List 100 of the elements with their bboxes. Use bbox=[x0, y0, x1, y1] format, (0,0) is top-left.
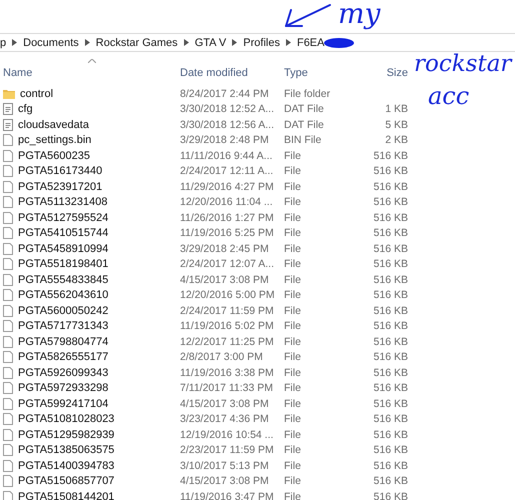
date-modified: 4/15/2017 3:08 PM bbox=[180, 475, 269, 488]
file-name[interactable]: PGTA516173440 bbox=[18, 165, 102, 178]
file-icon bbox=[3, 180, 13, 193]
file-size: 516 KB bbox=[374, 336, 408, 348]
file-icon bbox=[3, 382, 13, 394]
file-name[interactable]: PGTA5458910994 bbox=[18, 242, 108, 255]
file-size: 516 KB bbox=[374, 180, 408, 193]
file-name[interactable]: PGTA5798804774 bbox=[18, 336, 108, 348]
file-icon bbox=[3, 351, 13, 364]
file-type: File bbox=[284, 227, 301, 240]
file-type: BIN File bbox=[284, 134, 322, 146]
file-type: File bbox=[284, 351, 301, 364]
column-header[interactable]: Name bbox=[3, 67, 32, 79]
file-icon bbox=[3, 460, 13, 472]
file-size: 516 KB bbox=[374, 150, 408, 162]
file-type: File bbox=[284, 320, 301, 332]
file-icon bbox=[3, 274, 13, 286]
date-modified: 2/24/2017 12:07 A... bbox=[180, 258, 274, 270]
file-size: 516 KB bbox=[374, 413, 408, 426]
file-name[interactable]: PGTA51506857707 bbox=[18, 475, 114, 488]
chevron-icon bbox=[84, 39, 90, 46]
file-icon bbox=[3, 366, 13, 379]
file-name[interactable]: PGTA5926099343 bbox=[18, 366, 108, 379]
file-name[interactable]: PGTA5127595524 bbox=[18, 212, 108, 224]
date-modified: 3/10/2017 5:13 PM bbox=[180, 460, 269, 472]
file-name[interactable]: PGTA5554833845 bbox=[18, 274, 108, 286]
breadcrumb-item[interactable]: Documents bbox=[23, 36, 79, 48]
date-modified: 11/19/2016 3:47 PM bbox=[180, 490, 274, 500]
date-modified: 11/19/2016 5:02 PM bbox=[180, 320, 274, 332]
file-icon bbox=[3, 165, 13, 178]
chevron-icon bbox=[184, 39, 189, 46]
breadcrumb-item[interactable]: p bbox=[0, 36, 6, 48]
file-size: 516 KB bbox=[374, 212, 408, 224]
file-name[interactable]: PGTA51508144201 bbox=[18, 490, 114, 500]
column-header[interactable]: Date modified bbox=[180, 67, 248, 79]
handwritten-note: acc bbox=[428, 84, 470, 108]
file-name[interactable]: PGTA5410515744 bbox=[18, 227, 108, 240]
file-name[interactable]: PGTA51295982939 bbox=[18, 428, 114, 441]
breadcrumb-item[interactable]: Rockstar Games bbox=[96, 36, 178, 48]
file-name[interactable]: PGTA5826555177 bbox=[18, 351, 108, 364]
chevron-icon bbox=[12, 39, 18, 46]
file-name[interactable]: PGTA523917201 bbox=[18, 180, 102, 193]
file-type: File bbox=[284, 165, 301, 178]
date-modified: 3/30/2018 12:56 A... bbox=[180, 118, 274, 131]
file-name[interactable]: PGTA5113231408 bbox=[18, 196, 108, 208]
redaction-scribble bbox=[324, 38, 354, 48]
date-modified: 4/15/2017 3:08 PM bbox=[180, 398, 269, 410]
breadcrumb-item[interactable]: GTA V bbox=[194, 36, 226, 48]
file-type: File bbox=[284, 382, 301, 394]
column-header[interactable]: Size bbox=[386, 67, 408, 79]
file-size: 516 KB bbox=[374, 351, 408, 364]
file-size: 516 KB bbox=[374, 227, 408, 240]
document-icon bbox=[3, 103, 13, 116]
file-icon bbox=[3, 212, 13, 224]
file-icon bbox=[3, 304, 13, 317]
file-type: DAT File bbox=[284, 103, 324, 116]
handwritten-note: my bbox=[338, 0, 380, 28]
file-size: 516 KB bbox=[374, 475, 408, 488]
date-modified: 11/29/2016 4:27 PM bbox=[180, 180, 274, 193]
file-type: File bbox=[284, 274, 301, 286]
breadcrumb-item[interactable]: Profiles bbox=[243, 36, 280, 48]
file-name[interactable]: PGTA5600235 bbox=[18, 150, 90, 162]
column-header[interactable]: Type bbox=[284, 67, 308, 79]
file-icon bbox=[3, 336, 13, 348]
date-modified: 11/19/2016 3:38 PM bbox=[180, 366, 274, 379]
date-modified: 12/19/2016 10:54 ... bbox=[180, 428, 274, 441]
file-type: File bbox=[284, 336, 301, 348]
handwritten-arrow bbox=[283, 2, 333, 30]
file-size: 516 KB bbox=[374, 366, 408, 379]
file-name[interactable]: cfg bbox=[18, 103, 33, 116]
date-modified: 4/15/2017 3:08 PM bbox=[180, 274, 269, 286]
date-modified: 2/24/2017 12:11 A... bbox=[180, 165, 274, 178]
breadcrumb-item[interactable]: F6EA bbox=[296, 36, 324, 48]
file-name[interactable]: PGTA51400394783 bbox=[18, 460, 114, 472]
file-name[interactable]: control bbox=[20, 88, 54, 100]
date-modified: 12/2/2017 11:25 PM bbox=[180, 336, 274, 348]
file-type: File bbox=[284, 212, 301, 224]
file-name[interactable]: PGTA5562043610 bbox=[18, 289, 108, 302]
file-icon bbox=[3, 258, 13, 270]
file-size: 516 KB bbox=[374, 398, 408, 410]
date-modified: 2/8/2017 3:00 PM bbox=[180, 351, 263, 364]
file-name[interactable]: PGTA51081028023 bbox=[18, 413, 114, 426]
file-icon bbox=[3, 398, 13, 410]
file-name[interactable]: PGTA5717731343 bbox=[18, 320, 108, 332]
file-type: File bbox=[284, 150, 301, 162]
sort-caret-icon bbox=[88, 59, 96, 63]
file-name[interactable]: PGTA5518198401 bbox=[18, 258, 108, 270]
date-modified: 3/23/2017 4:36 PM bbox=[180, 413, 269, 426]
file-type: File folder bbox=[284, 88, 330, 100]
file-size: 516 KB bbox=[374, 289, 408, 302]
file-name[interactable]: pc_settings.bin bbox=[18, 134, 92, 146]
file-name[interactable]: PGTA51385063575 bbox=[18, 444, 114, 456]
file-name[interactable]: PGTA5972933298 bbox=[18, 382, 108, 394]
file-name[interactable]: PGTA5992417104 bbox=[18, 398, 108, 410]
file-type: File bbox=[284, 460, 301, 472]
address-bar[interactable]: p Documents Rockstar Games GTA V Profiles F6EA bbox=[0, 33, 515, 52]
date-modified: 2/24/2017 11:59 PM bbox=[180, 304, 274, 317]
file-size: 516 KB bbox=[374, 242, 408, 255]
file-name[interactable]: cloudsavedata bbox=[18, 118, 89, 131]
file-name[interactable]: PGTA5600050242 bbox=[18, 304, 108, 317]
